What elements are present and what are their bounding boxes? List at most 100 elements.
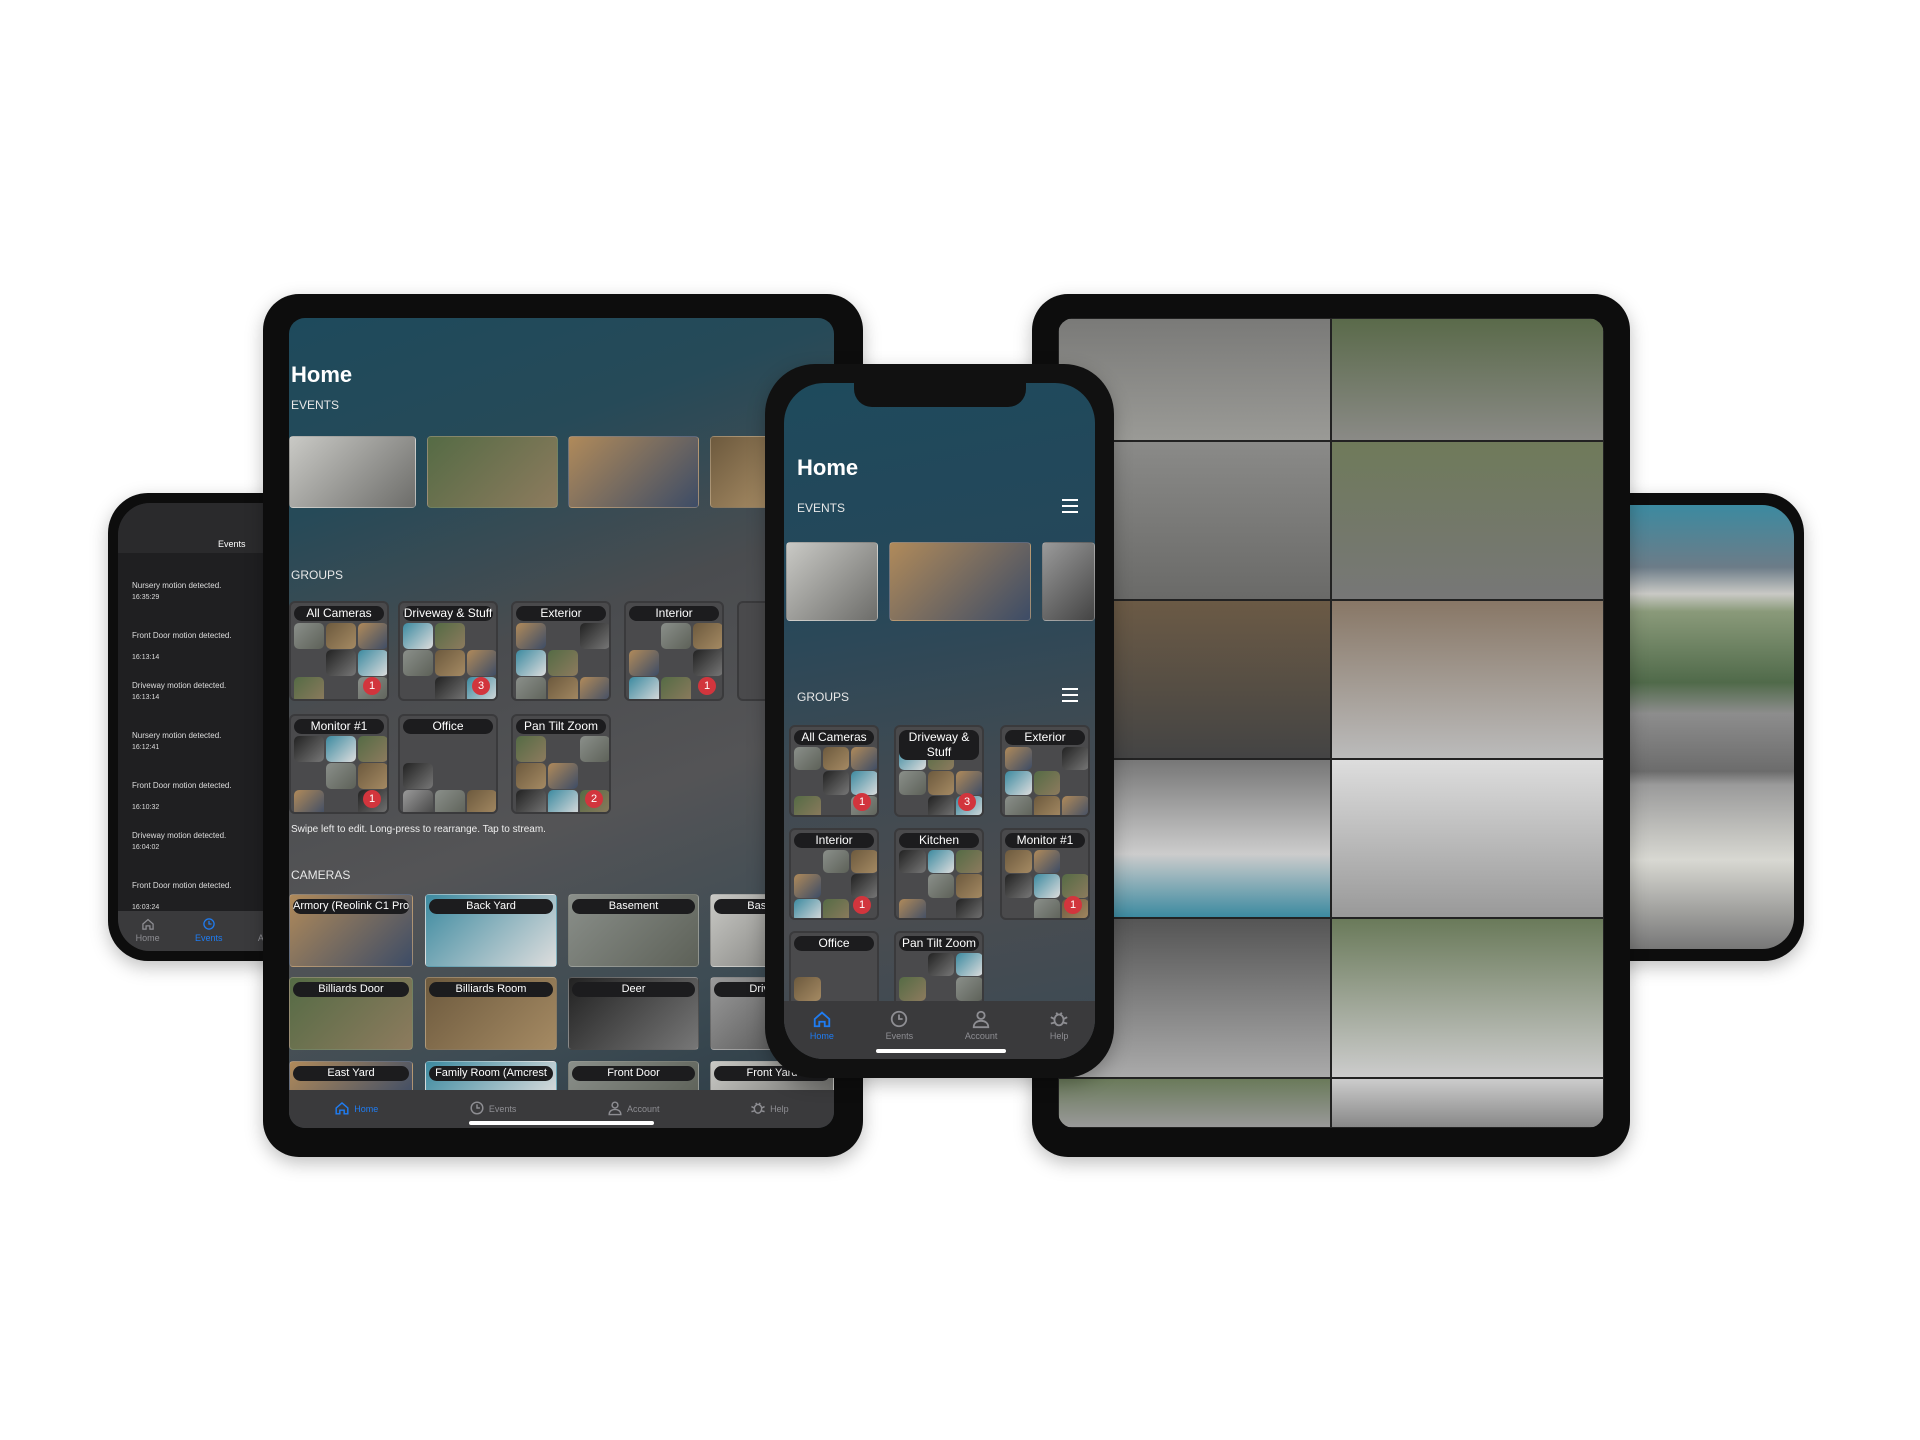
camera-preview [467,790,496,812]
group-tile[interactable]: Monitor #1 1 [1000,828,1090,920]
group-tile[interactable]: Interior 1 [789,828,879,920]
event-thumbnail[interactable] [889,542,1031,621]
event-count-badge: 3 [958,793,976,811]
group-tile[interactable]: Driveway & Stuff 3 [398,601,498,701]
group-tile[interactable]: Exterior [511,601,611,701]
camera-preview [580,623,609,649]
camera-preview [956,977,982,1001]
group-tile[interactable]: Office [398,714,498,814]
tab-home[interactable]: Home [136,917,160,951]
event-thumbnail[interactable] [289,436,416,508]
tab-label: Home [809,1031,834,1041]
camera-preview [693,650,722,676]
camera-name: Armory (Reolink C1 Pro) [293,899,409,914]
group-name: Office [794,936,874,951]
camera-preview [899,898,926,918]
camera-tile[interactable]: Billiards Room [425,977,557,1050]
tab-account[interactable]: Account [964,1009,998,1041]
tab-events[interactable]: Events [886,1009,913,1041]
group-tile[interactable]: All Cameras 1 [289,601,389,701]
camera-preview [358,763,387,789]
camera-preview [516,736,546,762]
camera-tile[interactable]: Back Yard [425,894,557,967]
camera-preview [851,747,877,771]
groups-menu-icon[interactable] [1062,688,1078,702]
camera-stream[interactable] [1331,318,1604,441]
tab-label: Account [964,1031,998,1041]
group-tile[interactable]: Exterior [1000,725,1090,817]
camera-preview [1033,850,1061,874]
camera-preview [294,623,324,649]
events-menu-icon[interactable] [1062,499,1078,513]
camera-preview [548,763,578,789]
group-tile[interactable]: Pan Tilt Zoom 2 [511,714,611,814]
tab-events[interactable]: Events [195,917,223,951]
tab-account[interactable]: Account [607,1100,660,1118]
tab-label: Events [488,1104,517,1114]
camera-stream[interactable] [1331,1078,1604,1128]
camera-preview [899,977,926,1001]
camera-preview [358,623,387,649]
event-thumbnail[interactable] [786,542,878,621]
camera-tile[interactable]: Deer [568,977,699,1050]
camera-stream[interactable] [1331,600,1604,759]
clock-icon [889,1009,909,1031]
home-icon [334,1100,350,1118]
group-tile[interactable]: Interior 1 [624,601,724,701]
groups-section-label: GROUPS [797,690,850,704]
camera-tile[interactable]: Armory (Reolink C1 Pro) [289,894,413,967]
tab-label: Help [1049,1031,1069,1041]
event-text: Nursery motion detected. [132,581,222,590]
group-name: Exterior [1005,730,1085,745]
tab-home[interactable]: Home [334,1100,378,1118]
camera-preview [1033,874,1061,898]
camera-preview [1062,747,1088,771]
tab-home[interactable]: Home [810,1009,834,1041]
camera-tile[interactable]: Billiards Door [289,977,413,1050]
group-name: Monitor #1 [1005,833,1085,848]
group-name: Office [403,719,493,734]
tab-help[interactable]: Help [750,1100,789,1118]
group-tile[interactable]: Kitchen [894,828,984,920]
tab-label: Account [627,1104,660,1114]
event-time: 16:12:41 [132,744,160,751]
event-text: Front Door motion detected. [132,781,232,790]
event-thumbnail[interactable] [568,436,699,508]
events-section-label: EVENTS [291,398,340,412]
camera-stream[interactable] [1331,759,1604,918]
camera-stream[interactable] [1058,1078,1331,1128]
camera-preview [794,747,821,771]
camera-preview [1033,898,1061,918]
camera-preview [403,763,433,789]
camera-preview [822,850,850,874]
event-time: 16:10:32 [132,804,160,811]
camera-preview [358,650,387,676]
group-tile[interactable]: Monitor #1 1 [289,714,389,814]
camera-tile[interactable]: Basement [568,894,699,967]
event-count-badge: 1 [698,677,716,695]
event-time: 16:13:14 [132,694,160,701]
group-tile[interactable]: Driveway & Stuff 3 [894,725,984,817]
hint-text: Swipe left to edit. Long-press to rearra… [291,824,546,835]
camera-preview [548,677,578,699]
event-thumbnail[interactable] [1042,542,1095,621]
event-thumbnail[interactable] [427,436,558,508]
group-tile[interactable]: All Cameras 1 [789,725,879,817]
event-thumbnail[interactable] [710,436,770,508]
camera-stream[interactable] [1331,441,1604,600]
person-icon [971,1009,991,1031]
home-icon [812,1009,832,1031]
camera-preview [516,623,546,649]
camera-preview [956,771,982,795]
tab-label: Home [135,933,160,943]
camera-stream[interactable] [1331,918,1604,1078]
tab-help[interactable]: Help [1049,1009,1069,1041]
tab-events[interactable]: Events [469,1100,517,1118]
camera-grid-screen [1058,318,1604,1128]
camera-preview [294,736,324,762]
camera-preview [956,898,982,918]
camera-preview [956,850,982,874]
event-count-badge: 1 [853,793,871,811]
camera-preview [516,650,546,676]
camera-preview [467,650,496,676]
